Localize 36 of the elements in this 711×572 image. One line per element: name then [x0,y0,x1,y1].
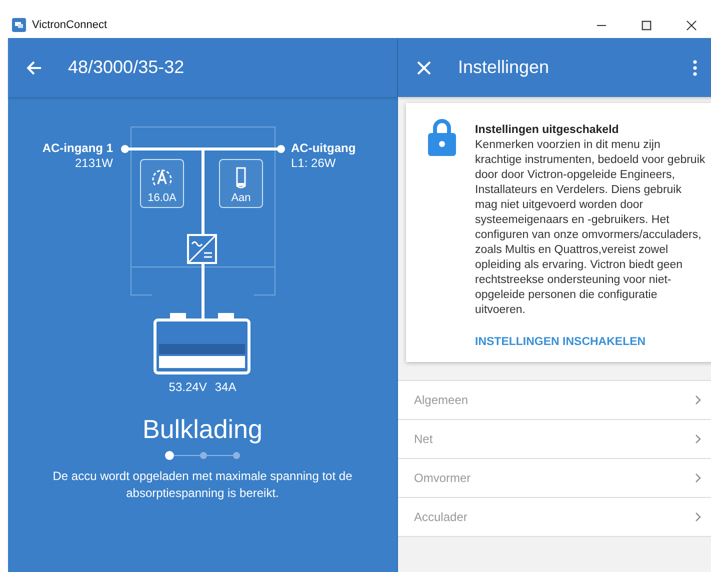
settings-item[interactable]: Algemeen [398,381,711,420]
inverter-icon [187,234,217,264]
ac-input-power: 2131W [74,156,113,171]
battery-icon [153,313,251,375]
ac-output-power: L1: 26W [291,156,337,171]
chevron-right-icon [695,434,701,444]
lock-icon [428,118,456,156]
settings-item[interactable]: Acculader [398,498,711,537]
more-menu-icon[interactable] [693,60,697,76]
state-description: De accu wordt opgeladen met maximale spanning tot de absorptiespanning is bereikt. [52,468,354,502]
notice-title: Instellingen uitgeschakeld [475,124,619,136]
settings-item-label: Algemeen [414,393,468,407]
chevron-right-icon [695,473,701,483]
battery-voltage: 53.24V [168,380,207,394]
ac-input-label: AC-ingang 1 [42,141,113,156]
maximize-icon[interactable] [641,20,652,30]
back-arrow-icon[interactable] [26,60,42,76]
settings-title: Instellingen [458,57,550,78]
ac-output-label: AC-uitgang [291,141,356,156]
current-limit-button[interactable]: 16.0A [140,159,184,208]
notice-text: Kenmerken voorzien in dit menu zijn krachtige instrumenten, bedoeld voor gebruik door door Victron-opgeleide Engineers, Installateurs en Verdelers. Diens gebruik mag niet uitgevoerd worden door systeemeigenaars en -gebruikers. Het configuren van onze omvormers/acculaders, zoals Multis en Quattros,vereist zowel opleiding als ervaring. Victron biedt geen rechtstreekse ondersteuning voor niet-opgeleide personen die configuratie uitvoeren. [475,138,706,318]
close-icon[interactable] [686,20,697,30]
switch-button[interactable]: Aan [219,159,263,208]
settings-item-label: Net [414,432,433,446]
charge-state: Bulklading [142,414,262,445]
battery-current: 34A [214,380,236,394]
settings-item-label: Acculader [414,510,468,524]
chevron-right-icon [695,512,701,522]
enable-settings-link[interactable]: INSTELLINGEN INSCHAKELEN [475,336,646,348]
device-title: 48/3000/35-32 [68,57,184,78]
window-title: VictronConnect [32,19,108,31]
settings-item[interactable]: Net [398,420,711,459]
chevron-right-icon [695,395,701,405]
settings-item-label: Omvormer [414,471,471,485]
app-icon [12,18,26,32]
settings-item[interactable]: Omvormer [398,459,711,498]
